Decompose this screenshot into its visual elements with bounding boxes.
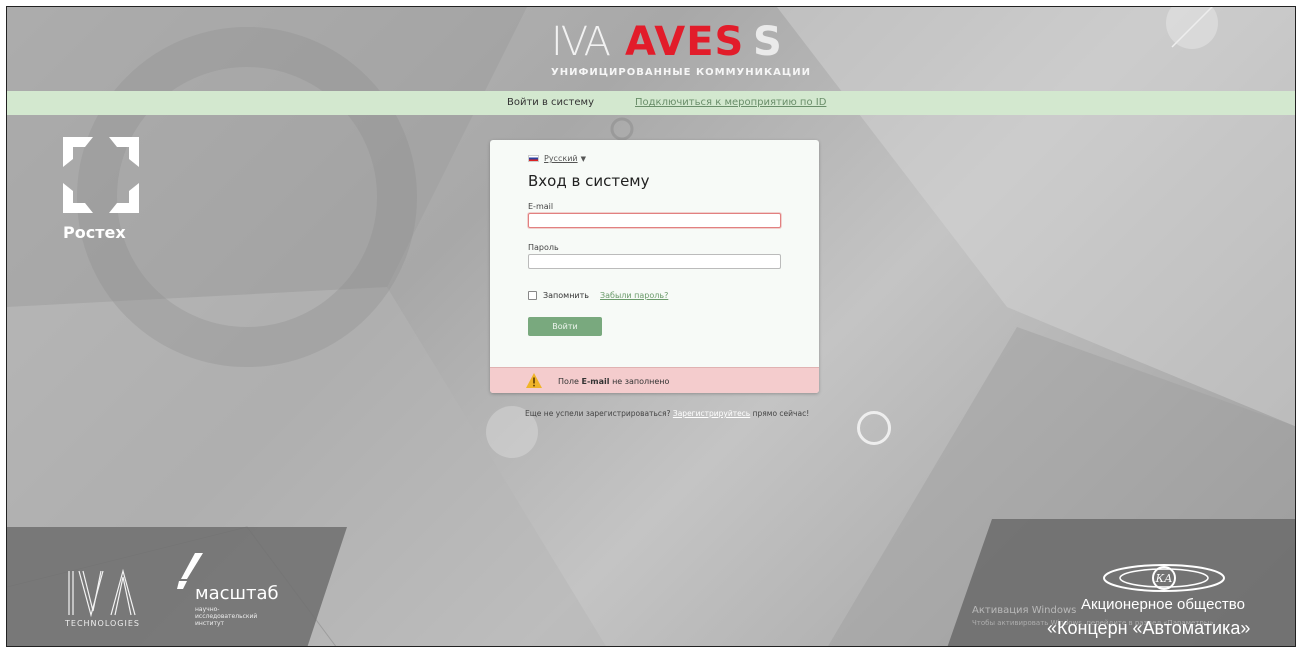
email-label: E-mail bbox=[528, 202, 554, 211]
company-line1: Акционерное общество bbox=[1081, 596, 1245, 613]
iva-technologies-text: TECHNOLOGIES bbox=[65, 619, 140, 628]
register-prompt: Еще не успели зарегистрироваться? Зареги… bbox=[525, 409, 809, 418]
brand-s-text: S bbox=[753, 19, 782, 65]
nav-join-event-link[interactable]: Подключиться к мероприятию по ID bbox=[635, 97, 826, 108]
login-title: Вход в систему bbox=[528, 172, 650, 190]
remember-checkbox[interactable] bbox=[528, 291, 537, 300]
decorative-ring bbox=[857, 411, 891, 445]
password-label: Пароль bbox=[528, 243, 559, 252]
brand-aves-text: AVES bbox=[625, 19, 745, 65]
avtomatika-logo-icon: КА bbox=[1103, 564, 1225, 592]
brand-logo: IVA AVES S bbox=[547, 15, 787, 65]
email-field[interactable] bbox=[528, 213, 781, 228]
windows-activation-title: Активация Windows bbox=[972, 605, 1077, 616]
top-nav: Войти в систему Подключиться к мероприят… bbox=[7, 91, 1295, 115]
remember-label: Запомнить bbox=[543, 291, 589, 300]
warning-icon bbox=[526, 373, 542, 388]
brand-iva-text: IVA bbox=[551, 19, 611, 65]
masshtab-desc-line: исследовательский bbox=[195, 613, 258, 620]
iva-logo-icon bbox=[68, 568, 136, 617]
ka-monogram: КА bbox=[1155, 572, 1173, 585]
russia-flag-icon bbox=[528, 155, 539, 162]
error-message: Поле E-mail не заполнено bbox=[558, 377, 669, 386]
rostec-logo-icon bbox=[63, 137, 139, 213]
error-prefix: Поле bbox=[558, 377, 579, 386]
forgot-password-link[interactable]: Забыли пароль? bbox=[600, 291, 668, 300]
register-suffix: прямо сейчас! bbox=[752, 409, 810, 418]
masshtab-description: научно- исследовательский институт bbox=[195, 606, 305, 627]
password-field[interactable] bbox=[528, 254, 781, 269]
masshtab-desc-line: научно- bbox=[195, 606, 220, 613]
language-label: Русский bbox=[544, 154, 578, 163]
login-panel: Русский ▼ Вход в систему E-mail Пароль За… bbox=[490, 140, 819, 393]
masshtab-desc-line: институт bbox=[195, 620, 225, 627]
masshtab-name: масштаб bbox=[195, 583, 279, 604]
error-suffix: не заполнено bbox=[612, 377, 670, 386]
rostec-name: Ростех bbox=[63, 223, 126, 242]
nav-login-link[interactable]: Войти в систему bbox=[507, 97, 594, 108]
language-selector[interactable]: Русский ▼ bbox=[528, 154, 586, 163]
error-alert: Поле E-mail не заполнено bbox=[490, 367, 819, 393]
company-line2: «Концерн «Автоматика» bbox=[1047, 618, 1251, 638]
error-field-name: E-mail bbox=[581, 377, 610, 386]
remember-me[interactable]: Запомнить bbox=[528, 291, 589, 300]
register-link[interactable]: Зарегистрируйтесь bbox=[673, 409, 750, 418]
login-button[interactable]: Войти bbox=[528, 317, 602, 336]
header: IVA AVES S УНИФИЦИРОВАННЫЕ КОММУНИКАЦИИ bbox=[7, 7, 1295, 91]
login-page: IVA AVES S УНИФИЦИРОВАННЫЕ КОММУНИКАЦИИ … bbox=[6, 6, 1296, 647]
register-prefix: Еще не успели зарегистрироваться? bbox=[525, 409, 671, 418]
chevron-down-icon: ▼ bbox=[580, 155, 586, 163]
brand-subtitle: УНИФИЦИРОВАННЫЕ КОММУНИКАЦИИ bbox=[551, 67, 811, 78]
